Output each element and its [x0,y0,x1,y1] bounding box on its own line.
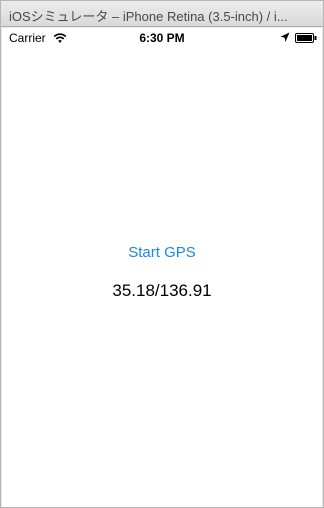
coordinates-label: 35.18/136.91 [112,281,212,300]
simulator-window: iOSシミュレータ – iPhone Retina (3.5-inch) / i… [0,0,324,508]
location-arrow-icon [280,32,290,42]
device-screen: Carrier 6:30 PM Start GPS 35.18/136.91 [2,28,322,507]
start-gps-button[interactable]: Start GPS [2,243,322,262]
status-time: 6:30 PM [139,31,185,45]
battery-icon [295,33,317,43]
window-title: iOSシミュレータ – iPhone Retina (3.5-inch) / i… [9,9,288,24]
status-bar: Carrier 6:30 PM [2,28,322,48]
window-titlebar[interactable]: iOSシミュレータ – iPhone Retina (3.5-inch) / i… [1,1,323,27]
